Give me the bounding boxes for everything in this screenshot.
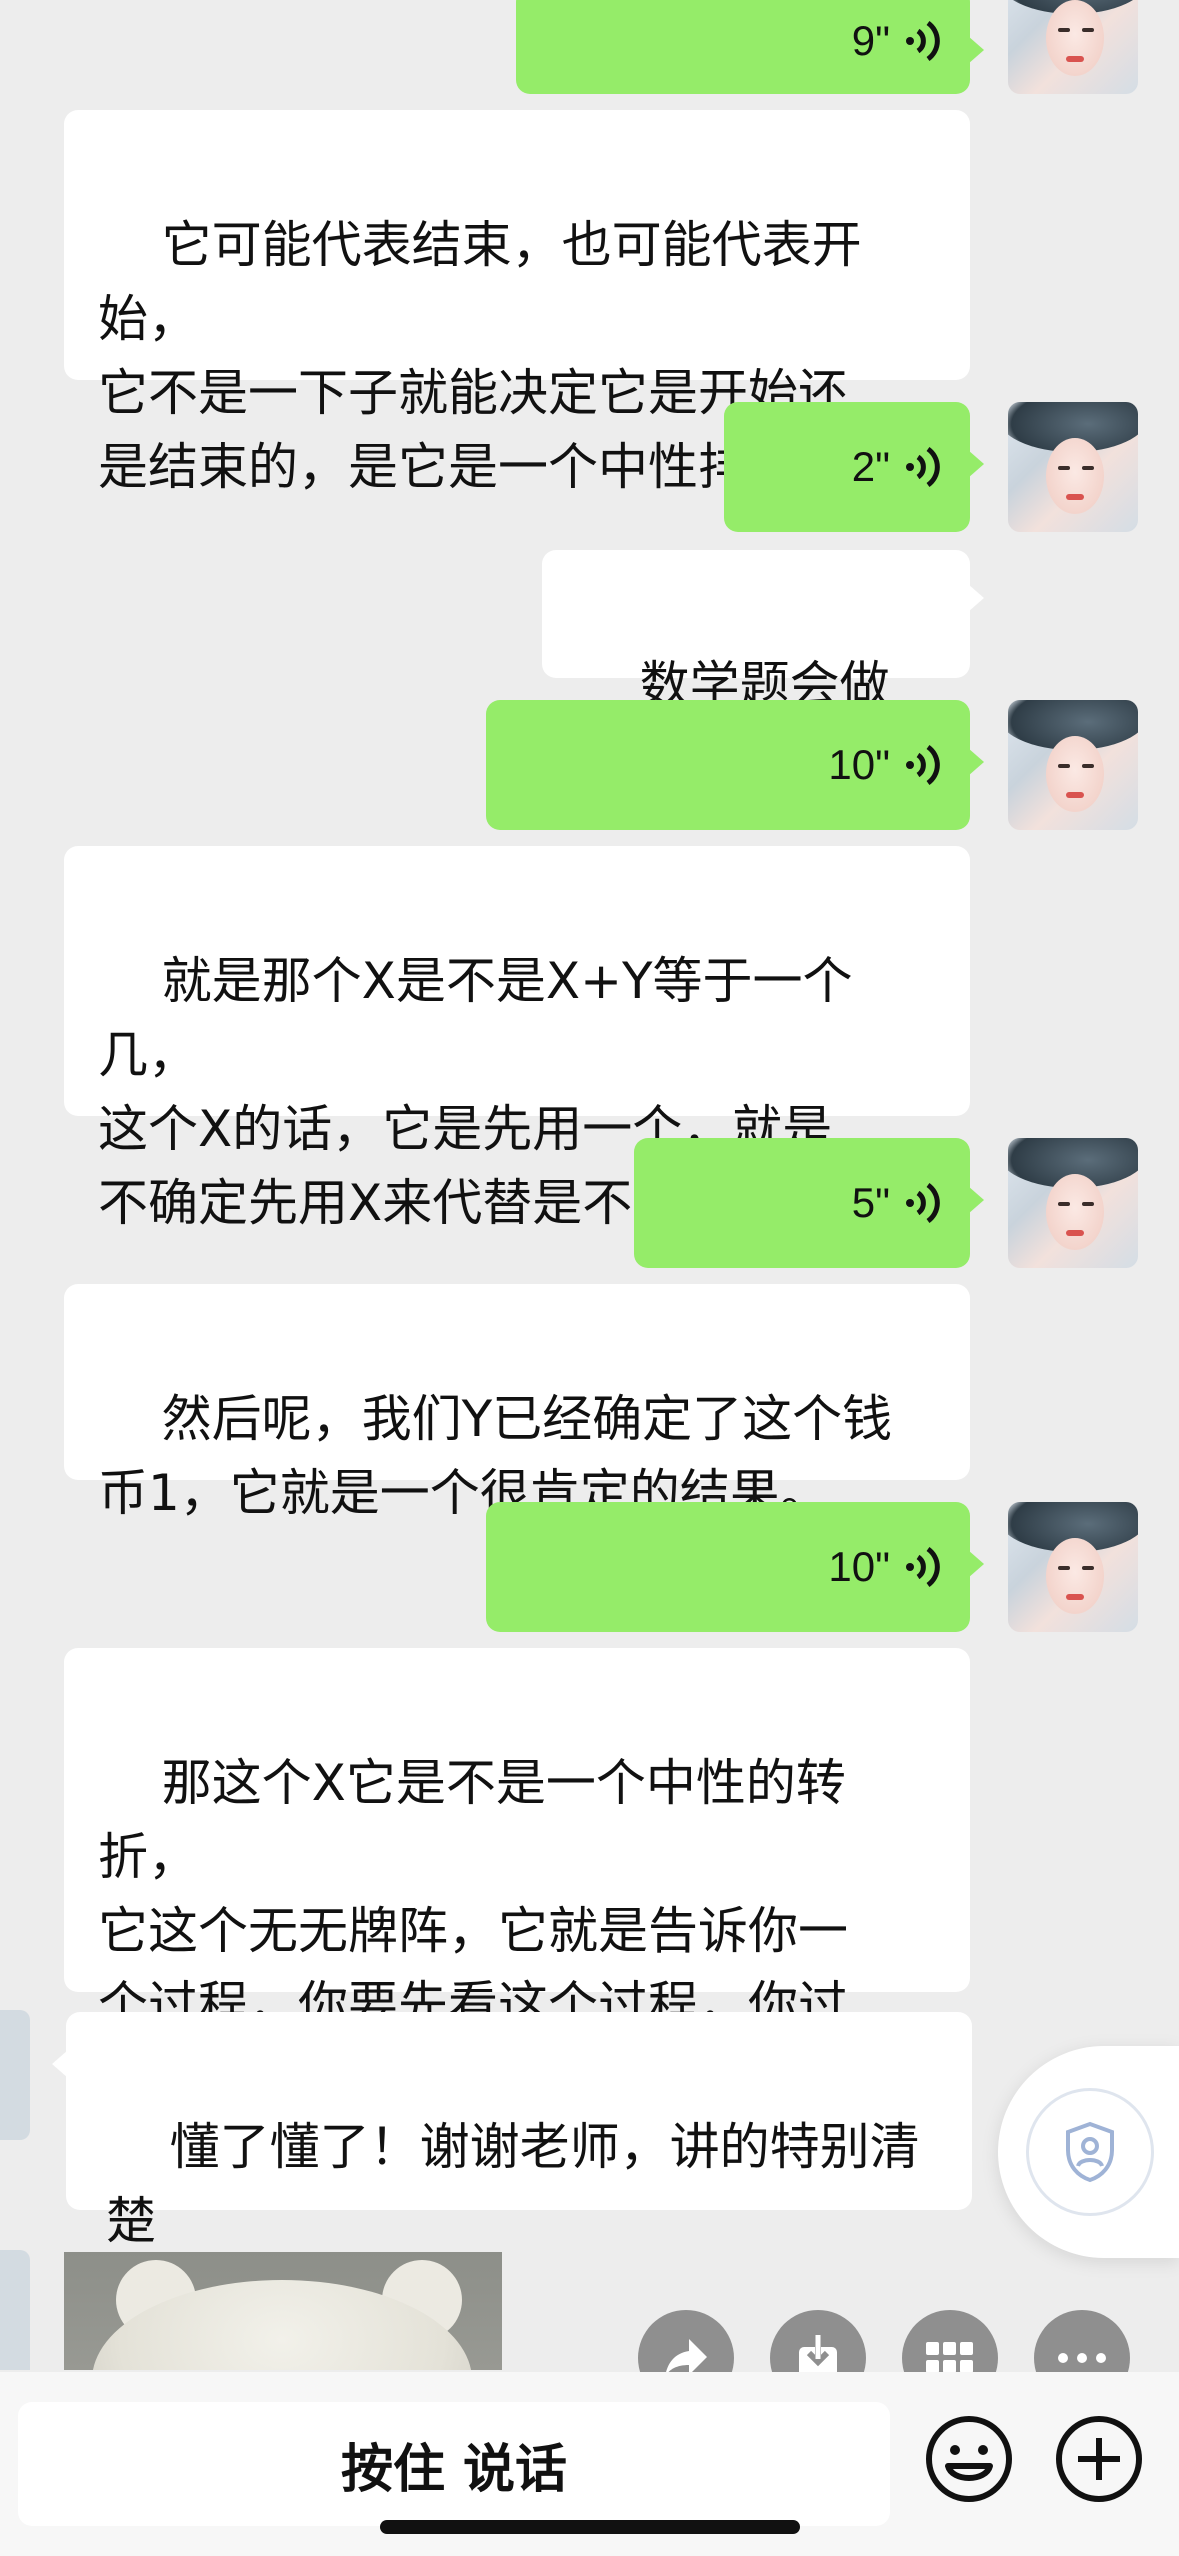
more-icon — [1058, 2353, 1106, 2363]
voice-duration: 9" — [851, 17, 890, 64]
voice-message-content: 9" — [852, 0, 940, 94]
contact-avatar[interactable] — [0, 2250, 30, 2370]
my-avatar[interactable] — [1008, 1502, 1138, 1632]
voice-message-content: 5" — [852, 1138, 940, 1268]
voice-message-bubble[interactable]: 5" — [634, 1138, 984, 1268]
chat-area: 9" 它可能代表结束，也可能代表开始， 它不是一下子就能决定它是开始还 是结束的… — [0, 0, 1179, 2370]
message-text-bubble[interactable]: 就是那个X是不是X+Y等于一个几， 这个X的话，它是先用一个，就是 不确定先用X… — [64, 846, 970, 1232]
message-text-bubble[interactable]: 然后呢，我们Y已经确定了这个钱 币1，它就是一个很肯定的结果。 — [64, 1284, 970, 1522]
voice-message-bubble[interactable]: 10" — [486, 1502, 984, 1632]
voice-message-bubble[interactable]: 2" — [724, 402, 984, 532]
voice-duration: 10" — [828, 1543, 890, 1590]
voice-wave-icon — [906, 1182, 940, 1224]
my-avatar[interactable] — [1008, 402, 1138, 532]
hold-to-talk-button[interactable]: 按住 说话 — [18, 2402, 890, 2526]
voice-message-content: 10" — [828, 700, 940, 830]
grid-icon — [926, 2342, 973, 2373]
voice-wave-icon — [906, 1546, 940, 1588]
hold-to-talk-label: 按住 说话 — [340, 2439, 568, 2500]
voice-message-content: 10" — [828, 1502, 940, 1632]
input-bar: 按住 说话 — [0, 2372, 1179, 2556]
voice-message-bubble[interactable]: 9" — [516, 0, 984, 94]
emoji-icon — [926, 2416, 1012, 2502]
voice-wave-icon — [906, 20, 940, 62]
voice-duration: 2" — [851, 443, 890, 490]
message-text: 懂了懂了！谢谢老师，讲的特别清 楚 — [106, 2118, 920, 2250]
voice-wave-icon — [906, 744, 940, 786]
voice-message-bubble[interactable]: 10" — [486, 700, 984, 830]
home-indicator[interactable] — [380, 2520, 800, 2534]
my-avatar[interactable] — [1008, 1138, 1138, 1268]
message-text-bubble[interactable]: 那这个X它是不是一个中性的转折， 它这个无无牌阵，它就是告诉你一 个过程，你要先… — [64, 1648, 970, 2108]
my-avatar[interactable] — [1008, 700, 1138, 830]
message-text-bubble[interactable]: 数学题会做吧? — [542, 550, 984, 788]
voice-wave-icon — [906, 446, 940, 488]
shield-icon — [1066, 2121, 1114, 2183]
voice-duration: 10" — [828, 741, 890, 788]
voice-duration: 5" — [851, 1179, 890, 1226]
message-text-bubble[interactable]: 懂了懂了！谢谢老师，讲的特别清 楚 — [52, 2012, 972, 2250]
image-message[interactable] — [64, 2252, 502, 2370]
emoji-button[interactable] — [924, 2414, 1014, 2504]
contact-avatar[interactable] — [0, 2010, 30, 2140]
plus-icon — [1056, 2416, 1142, 2502]
plus-button[interactable] — [1054, 2414, 1144, 2504]
message-text-bubble[interactable]: 它可能代表结束，也可能代表开始， 它不是一下子就能决定它是开始还 是结束的，是它… — [64, 110, 970, 496]
my-avatar[interactable] — [1008, 0, 1138, 94]
voice-message-content: 2" — [852, 402, 940, 532]
